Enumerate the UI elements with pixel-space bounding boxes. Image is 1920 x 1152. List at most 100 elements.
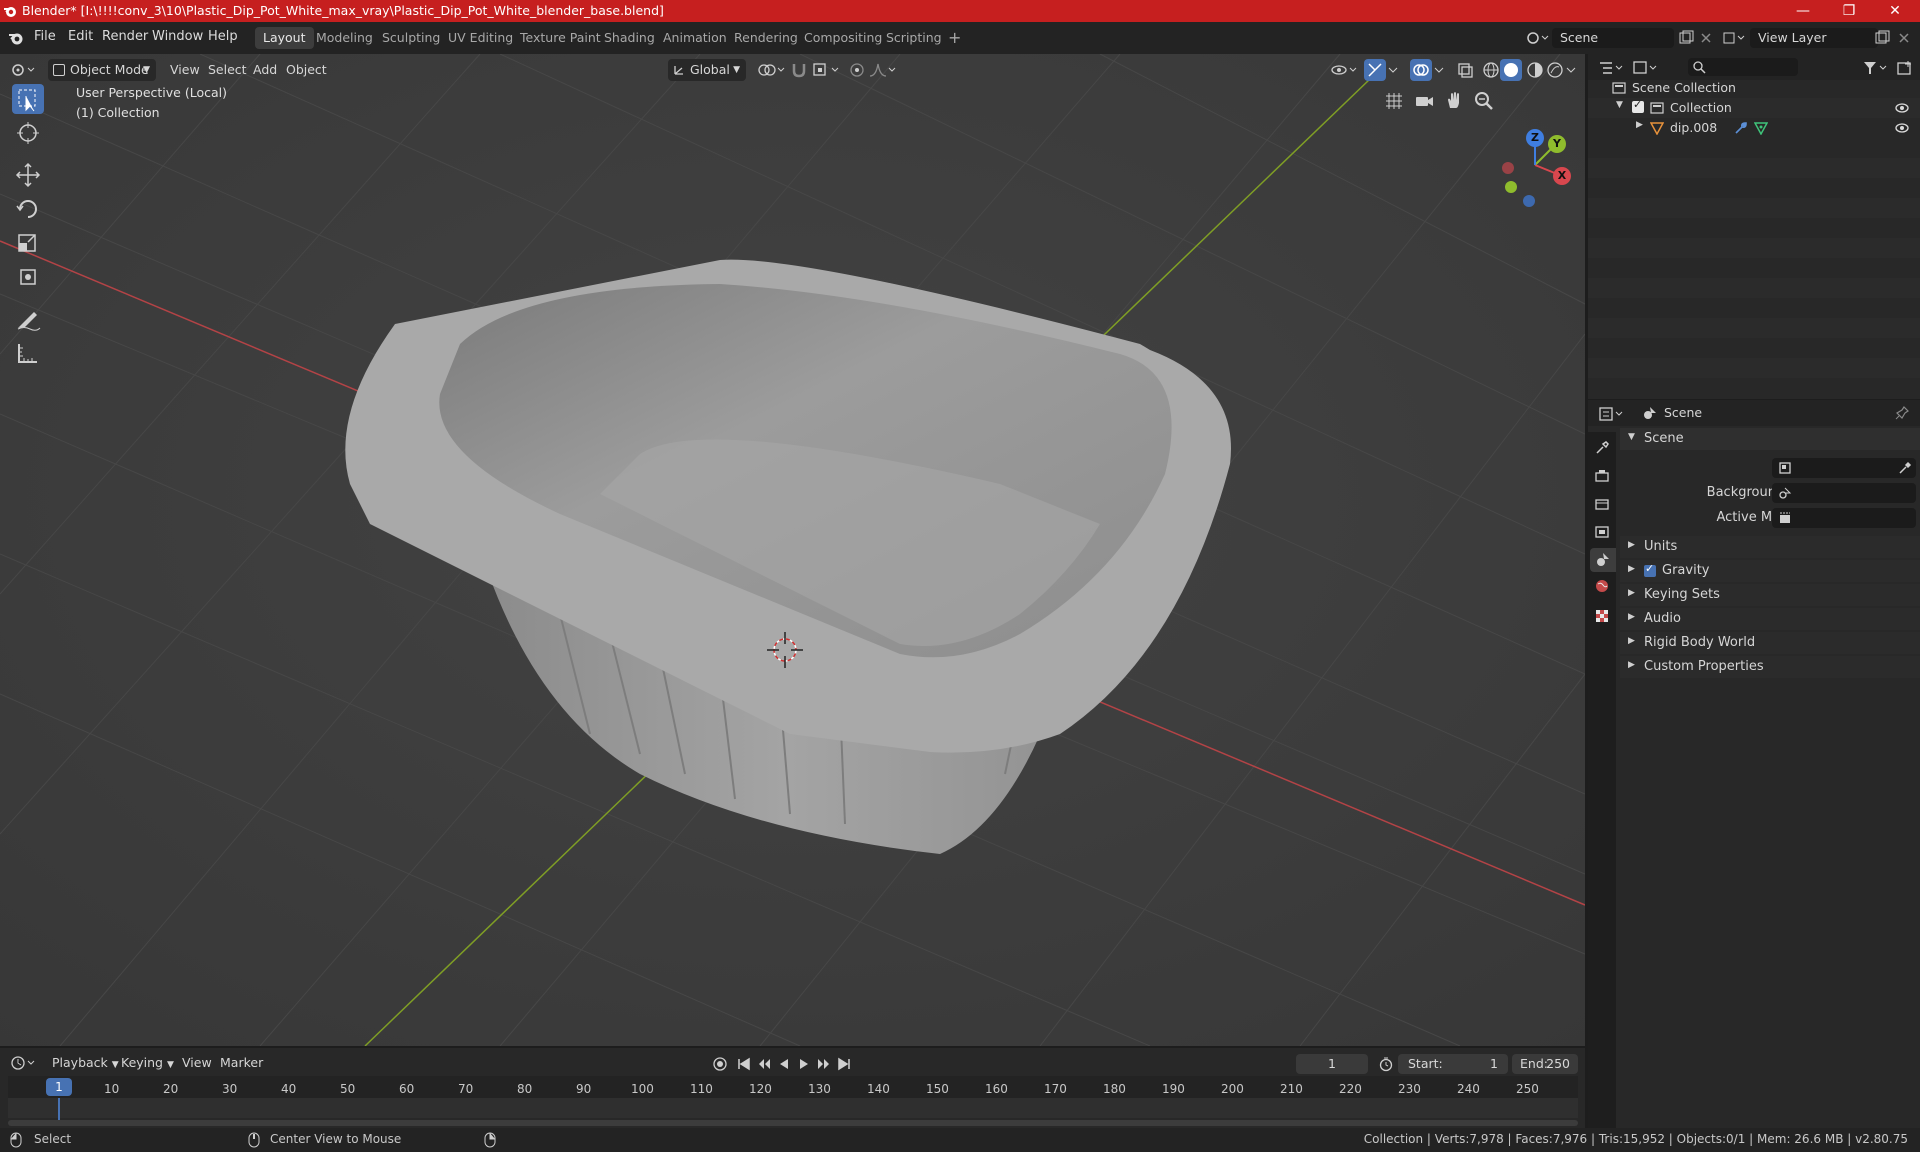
jump-to-keyframe-back-icon[interactable] [756, 1056, 772, 1072]
delete-view-layer-icon[interactable] [1896, 30, 1912, 46]
annotate-tool[interactable] [12, 304, 44, 334]
material-shading-icon[interactable] [1526, 61, 1544, 79]
delete-scene-icon[interactable] [1698, 30, 1714, 46]
object-mode-dropdown[interactable]: Object Mode ▼ [48, 59, 156, 81]
minimize-button[interactable]: — [1780, 0, 1826, 22]
outliner-editor-type-icon[interactable] [1598, 59, 1626, 77]
units-panel[interactable]: ▶ Units [1620, 536, 1920, 558]
transform-orientation-dropdown[interactable]: Global ▼ [668, 59, 746, 81]
menu-render[interactable]: Render [102, 29, 148, 44]
overlays-dropdown-icon[interactable] [1434, 65, 1444, 75]
render-tab-icon[interactable] [1594, 468, 1610, 484]
tab-rendering[interactable]: Rendering [726, 27, 806, 49]
transform-tool[interactable] [12, 262, 44, 292]
rendered-shading-icon[interactable] [1546, 61, 1564, 79]
current-frame-marker[interactable]: 1 [46, 1078, 72, 1096]
add-workspace-button[interactable]: + [940, 27, 969, 49]
tab-shading[interactable]: Shading [596, 27, 663, 49]
snap-icon[interactable] [790, 61, 808, 79]
select-menu[interactable]: Select [202, 59, 253, 81]
shading-dropdown-icon[interactable] [1566, 65, 1576, 75]
camera-field[interactable] [1772, 458, 1916, 478]
background-scene-field[interactable] [1772, 483, 1916, 503]
new-scene-icon[interactable] [1678, 30, 1694, 46]
scale-tool[interactable] [12, 228, 44, 258]
eyedropper-icon[interactable] [1898, 461, 1912, 475]
play-reverse-icon[interactable] [776, 1056, 792, 1072]
overlays-toggle-button[interactable] [1410, 59, 1432, 81]
gizmo-toggle-button[interactable] [1364, 59, 1386, 81]
menu-window[interactable]: Window [152, 29, 203, 44]
texture-tab-icon[interactable] [1594, 608, 1610, 624]
solid-shading-button[interactable] [1500, 59, 1522, 81]
end-frame-field[interactable]: End: 250 [1512, 1054, 1578, 1074]
collection-checkbox[interactable]: ✓ [1632, 98, 1644, 113]
selectability-visibility-icon[interactable] [1330, 61, 1360, 79]
gravity-checkbox[interactable]: ✓ [1644, 562, 1656, 577]
expand-arrow-icon[interactable]: ▶ [1636, 120, 1643, 130]
tab-layout[interactable]: Layout [255, 27, 314, 49]
jump-to-keyframe-forward-icon[interactable] [816, 1056, 832, 1072]
new-view-layer-icon[interactable] [1874, 30, 1890, 46]
record-icon[interactable] [712, 1056, 728, 1072]
playback-menu[interactable]: Playback ▼ [46, 1052, 125, 1074]
tab-compositing[interactable]: Compositing [796, 27, 890, 49]
scene-section-header[interactable]: ▼ Scene [1620, 428, 1920, 450]
wireframe-shading-icon[interactable] [1482, 61, 1500, 79]
add-menu[interactable]: Add [247, 59, 283, 81]
timeline-view-menu[interactable]: View [176, 1052, 218, 1074]
expand-arrow-icon[interactable]: ▼ [1616, 100, 1623, 110]
jump-to-end-icon[interactable] [836, 1056, 852, 1072]
object-menu[interactable]: Object [280, 59, 333, 81]
toggle-ortho-icon[interactable] [1383, 90, 1405, 112]
outliner-row-object[interactable]: ▶ dip.008 [1588, 118, 1920, 138]
active-movie-clip-field[interactable] [1772, 508, 1916, 528]
falloff-icon[interactable] [868, 61, 898, 79]
3d-viewport[interactable]: Z Y X User Perspective (Local) (1) Colle… [0, 54, 1585, 1046]
blender-menu-icon[interactable] [8, 30, 24, 46]
tool-tab-icon[interactable] [1594, 440, 1610, 456]
outliner-search-input[interactable] [1688, 58, 1798, 76]
move-tool[interactable] [12, 160, 44, 190]
maximize-button[interactable]: ❐ [1826, 0, 1872, 22]
modifier-wrench-icon[interactable] [1734, 121, 1748, 135]
current-frame-field[interactable]: 1 [1296, 1054, 1368, 1074]
gizmo-x-button[interactable]: X [1553, 167, 1571, 185]
marker-menu[interactable]: Marker [214, 1052, 269, 1074]
menu-help[interactable]: Help [208, 29, 238, 44]
visibility-eye-icon[interactable] [1894, 101, 1910, 115]
view-menu[interactable]: View [164, 59, 206, 81]
tab-uv-editing[interactable]: UV Editing [440, 27, 521, 49]
preview-range-icon[interactable] [1378, 1056, 1394, 1072]
tab-modeling[interactable]: Modeling [308, 27, 381, 49]
proportional-editing-icon[interactable] [848, 61, 866, 79]
rigid-body-world-panel[interactable]: ▶ Rigid Body World [1620, 632, 1920, 654]
view-layer-field[interactable]: View Layer [1750, 28, 1878, 48]
editor-type-icon[interactable] [10, 60, 36, 80]
output-tab-icon[interactable] [1594, 496, 1610, 512]
rotate-tool[interactable] [12, 194, 44, 224]
timeline-track-area[interactable] [8, 1098, 1578, 1118]
display-mode-icon[interactable] [1632, 59, 1660, 77]
gravity-panel[interactable]: ▶ ✓ Gravity [1620, 560, 1920, 582]
filter-icon[interactable] [1862, 59, 1890, 77]
gizmo-z-button[interactable]: Z [1526, 129, 1544, 147]
play-icon[interactable] [796, 1056, 812, 1072]
view-layer-tab-icon[interactable] [1594, 524, 1610, 540]
visibility-eye-icon[interactable] [1894, 121, 1910, 135]
outliner-row-collection[interactable]: ▼ ✓ Collection [1588, 98, 1920, 118]
gizmo-y-button[interactable]: Y [1548, 135, 1566, 153]
close-button[interactable]: ✕ [1872, 0, 1918, 22]
jump-to-start-icon[interactable] [736, 1056, 752, 1072]
new-collection-icon[interactable] [1896, 59, 1914, 77]
tab-texture-paint[interactable]: Texture Paint [512, 27, 609, 49]
timeline-editor-type-icon[interactable] [10, 1054, 38, 1072]
cursor-tool[interactable] [12, 118, 44, 148]
view-layer-selector-icon[interactable] [1722, 30, 1746, 46]
outliner-row-scene-collection[interactable]: Scene Collection [1588, 78, 1920, 98]
gizmo-dropdown-icon[interactable] [1388, 65, 1398, 75]
zoom-view-icon[interactable] [1473, 90, 1495, 112]
keying-menu[interactable]: Keying ▼ [115, 1052, 180, 1074]
pivot-point-icon[interactable] [756, 61, 786, 79]
pan-view-icon[interactable] [1443, 90, 1465, 112]
